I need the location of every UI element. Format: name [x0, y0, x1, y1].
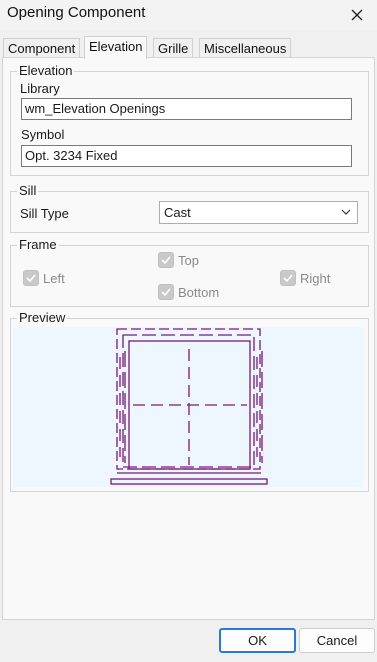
tab-elevation[interactable]: Elevation	[84, 36, 148, 59]
frame-group-label: Frame	[17, 237, 59, 253]
frame-group: Frame Left Top Right Bottom	[10, 237, 369, 307]
preview-canvas	[13, 327, 363, 487]
sill-type-value: Cast	[164, 205, 191, 220]
frame-left-checkbox[interactable]	[23, 270, 39, 286]
title-bar: Opening Component	[0, 0, 377, 30]
frame-left-label: Left	[43, 271, 65, 286]
tab-component[interactable]: Component	[3, 38, 81, 58]
ok-button-label: OK	[248, 633, 267, 648]
cancel-button-label: Cancel	[316, 633, 358, 648]
window-title: Opening Component	[7, 4, 146, 21]
frame-top-checkbox[interactable]	[158, 252, 174, 268]
frame-bottom-label: Bottom	[178, 285, 220, 300]
tab-strip: Component Elevation Grille Miscellaneous	[0, 36, 377, 59]
check-icon	[26, 274, 36, 283]
close-icon	[351, 9, 363, 21]
tab-label: Component	[8, 41, 76, 56]
check-icon	[283, 274, 293, 283]
elevation-panel: Elevation Library wm_Elevation Openings …	[2, 57, 375, 620]
cancel-button[interactable]: Cancel	[299, 628, 375, 653]
sill-type-dropdown[interactable]: Cast	[159, 201, 358, 224]
frame-right-label: Right	[300, 271, 331, 286]
window-elevation-drawing	[110, 328, 268, 485]
preview-group: Preview	[10, 310, 369, 492]
elevation-group-label: Elevation	[17, 63, 75, 79]
ok-button[interactable]: OK	[219, 628, 296, 653]
check-icon	[161, 288, 171, 297]
check-icon	[161, 256, 171, 265]
symbol-field[interactable]: Opt. 3234 Fixed	[21, 145, 352, 167]
close-button[interactable]	[337, 0, 377, 30]
preview-group-label: Preview	[17, 310, 68, 326]
sill-group: Sill Sill Type Cast	[10, 183, 369, 233]
frame-top-label: Top	[178, 253, 199, 268]
symbol-label: Symbol	[21, 127, 65, 142]
library-field[interactable]: wm_Elevation Openings	[21, 98, 352, 120]
tab-grille[interactable]: Grille	[153, 38, 194, 58]
tab-label: Miscellaneous	[204, 41, 287, 56]
tab-label: Elevation	[89, 39, 143, 54]
sill-group-label: Sill	[17, 183, 39, 199]
tab-miscellaneous[interactable]: Miscellaneous	[199, 38, 292, 58]
sill-type-label: Sill Type	[20, 206, 69, 221]
frame-bottom-checkbox[interactable]	[158, 284, 174, 300]
frame-right-checkbox[interactable]	[280, 270, 296, 286]
library-label: Library	[20, 81, 60, 96]
chevron-down-icon	[341, 209, 351, 215]
tab-label: Grille	[158, 41, 189, 56]
elevation-group: Elevation Library wm_Elevation Openings …	[10, 63, 369, 176]
